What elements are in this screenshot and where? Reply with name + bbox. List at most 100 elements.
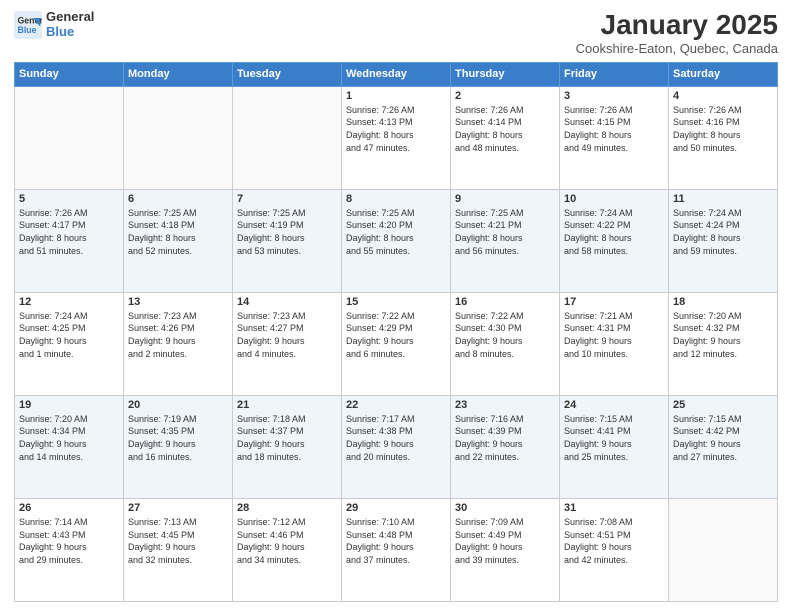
calendar-cell: 30Sunrise: 7:09 AM Sunset: 4:49 PM Dayli… bbox=[451, 498, 560, 601]
header-monday: Monday bbox=[124, 62, 233, 86]
day-number: 24 bbox=[564, 399, 664, 411]
day-info: Sunrise: 7:14 AM Sunset: 4:43 PM Dayligh… bbox=[19, 516, 119, 566]
day-number: 16 bbox=[455, 296, 555, 308]
calendar-table: Sunday Monday Tuesday Wednesday Thursday… bbox=[14, 62, 778, 602]
day-number: 29 bbox=[346, 502, 446, 514]
day-number: 23 bbox=[455, 399, 555, 411]
header-wednesday: Wednesday bbox=[342, 62, 451, 86]
day-number: 11 bbox=[673, 193, 773, 205]
day-number: 21 bbox=[237, 399, 337, 411]
day-info: Sunrise: 7:25 AM Sunset: 4:19 PM Dayligh… bbox=[237, 207, 337, 257]
location-subtitle: Cookshire-Eaton, Quebec, Canada bbox=[576, 41, 778, 56]
header-tuesday: Tuesday bbox=[233, 62, 342, 86]
calendar-cell: 31Sunrise: 7:08 AM Sunset: 4:51 PM Dayli… bbox=[560, 498, 669, 601]
logo-icon: General Blue bbox=[14, 11, 42, 39]
calendar-cell: 8 Sunrise: 7:25 AM Sunset: 4:20 PM Daylig… bbox=[342, 189, 451, 292]
calendar-cell bbox=[233, 86, 342, 189]
day-info: Sunrise: 7:25 AM Sunset: 4:21 PM Dayligh… bbox=[455, 207, 555, 257]
calendar-cell: 4 Sunrise: 7:26 AM Sunset: 4:16 PM Daylig… bbox=[669, 86, 778, 189]
day-info: Sunrise: 7:24 AM Sunset: 4:25 PM Dayligh… bbox=[19, 310, 119, 360]
calendar-cell: 13 Sunrise: 7:23 AM Sunset: 4:26 PM Dayli… bbox=[124, 292, 233, 395]
calendar-cell: 16 Sunrise: 7:22 AM Sunset: 4:30 PM Dayli… bbox=[451, 292, 560, 395]
day-info: Sunrise: 7:20 AM Sunset: 4:34 PM Dayligh… bbox=[19, 413, 119, 463]
day-number: 4 bbox=[673, 90, 773, 102]
day-info: Sunrise: 7:26 AM Sunset: 4:15 PM Dayligh… bbox=[564, 104, 664, 154]
day-number: 13 bbox=[128, 296, 228, 308]
calendar-cell: 2Sunrise: 7:26 AM Sunset: 4:14 PM Daylig… bbox=[451, 86, 560, 189]
header-friday: Friday bbox=[560, 62, 669, 86]
day-number: 18 bbox=[673, 296, 773, 308]
day-number: 27 bbox=[128, 502, 228, 514]
calendar-week-row: 1Sunrise: 7:26 AM Sunset: 4:13 PM Daylig… bbox=[15, 86, 778, 189]
calendar-cell: 11Sunrise: 7:24 AM Sunset: 4:24 PM Dayli… bbox=[669, 189, 778, 292]
day-number: 8 bbox=[346, 193, 446, 205]
calendar-cell: 18Sunrise: 7:20 AM Sunset: 4:32 PM Dayli… bbox=[669, 292, 778, 395]
day-info: Sunrise: 7:10 AM Sunset: 4:48 PM Dayligh… bbox=[346, 516, 446, 566]
day-number: 9 bbox=[455, 193, 555, 205]
day-info: Sunrise: 7:08 AM Sunset: 4:51 PM Dayligh… bbox=[564, 516, 664, 566]
day-number: 5 bbox=[19, 193, 119, 205]
calendar-cell: 28Sunrise: 7:12 AM Sunset: 4:46 PM Dayli… bbox=[233, 498, 342, 601]
day-info: Sunrise: 7:23 AM Sunset: 4:26 PM Dayligh… bbox=[128, 310, 228, 360]
day-info: Sunrise: 7:25 AM Sunset: 4:18 PM Dayligh… bbox=[128, 207, 228, 257]
day-info: Sunrise: 7:15 AM Sunset: 4:42 PM Dayligh… bbox=[673, 413, 773, 463]
day-number: 10 bbox=[564, 193, 664, 205]
calendar-week-row: 19 Sunrise: 7:20 AM Sunset: 4:34 PM Dayli… bbox=[15, 395, 778, 498]
day-info: Sunrise: 7:16 AM Sunset: 4:39 PM Dayligh… bbox=[455, 413, 555, 463]
day-info: Sunrise: 7:26 AM Sunset: 4:16 PM Dayligh… bbox=[673, 104, 773, 154]
day-number: 20 bbox=[128, 399, 228, 411]
calendar-cell bbox=[124, 86, 233, 189]
page: General Blue General Blue January 2025 C… bbox=[0, 0, 792, 612]
calendar-cell: 1Sunrise: 7:26 AM Sunset: 4:13 PM Daylig… bbox=[342, 86, 451, 189]
day-info: Sunrise: 7:09 AM Sunset: 4:49 PM Dayligh… bbox=[455, 516, 555, 566]
calendar-cell: 3 Sunrise: 7:26 AM Sunset: 4:15 PM Daylig… bbox=[560, 86, 669, 189]
month-title: January 2025 bbox=[576, 10, 778, 41]
calendar-cell: 6Sunrise: 7:25 AM Sunset: 4:18 PM Daylig… bbox=[124, 189, 233, 292]
calendar-cell: 20 Sunrise: 7:19 AM Sunset: 4:35 PM Dayli… bbox=[124, 395, 233, 498]
day-info: Sunrise: 7:22 AM Sunset: 4:30 PM Dayligh… bbox=[455, 310, 555, 360]
day-number: 19 bbox=[19, 399, 119, 411]
day-number: 26 bbox=[19, 502, 119, 514]
calendar-cell: 10 Sunrise: 7:24 AM Sunset: 4:22 PM Dayli… bbox=[560, 189, 669, 292]
day-info: Sunrise: 7:13 AM Sunset: 4:45 PM Dayligh… bbox=[128, 516, 228, 566]
day-info: Sunrise: 7:19 AM Sunset: 4:35 PM Dayligh… bbox=[128, 413, 228, 463]
day-info: Sunrise: 7:26 AM Sunset: 4:17 PM Dayligh… bbox=[19, 207, 119, 257]
calendar-cell: 5 Sunrise: 7:26 AM Sunset: 4:17 PM Daylig… bbox=[15, 189, 124, 292]
day-number: 25 bbox=[673, 399, 773, 411]
calendar-cell: 22 Sunrise: 7:17 AM Sunset: 4:38 PM Dayli… bbox=[342, 395, 451, 498]
day-info: Sunrise: 7:17 AM Sunset: 4:38 PM Dayligh… bbox=[346, 413, 446, 463]
day-number: 1 bbox=[346, 90, 446, 102]
calendar-cell: 26 Sunrise: 7:14 AM Sunset: 4:43 PM Dayli… bbox=[15, 498, 124, 601]
calendar-cell: 14Sunrise: 7:23 AM Sunset: 4:27 PM Dayli… bbox=[233, 292, 342, 395]
day-number: 3 bbox=[564, 90, 664, 102]
weekday-header-row: Sunday Monday Tuesday Wednesday Thursday… bbox=[15, 62, 778, 86]
day-number: 14 bbox=[237, 296, 337, 308]
calendar-cell: 17Sunrise: 7:21 AM Sunset: 4:31 PM Dayli… bbox=[560, 292, 669, 395]
day-info: Sunrise: 7:25 AM Sunset: 4:20 PM Dayligh… bbox=[346, 207, 446, 257]
day-number: 12 bbox=[19, 296, 119, 308]
day-info: Sunrise: 7:21 AM Sunset: 4:31 PM Dayligh… bbox=[564, 310, 664, 360]
day-info: Sunrise: 7:18 AM Sunset: 4:37 PM Dayligh… bbox=[237, 413, 337, 463]
logo: General Blue General Blue bbox=[14, 10, 94, 40]
day-number: 28 bbox=[237, 502, 337, 514]
calendar-cell: 12 Sunrise: 7:24 AM Sunset: 4:25 PM Dayli… bbox=[15, 292, 124, 395]
calendar-cell bbox=[669, 498, 778, 601]
day-info: Sunrise: 7:24 AM Sunset: 4:22 PM Dayligh… bbox=[564, 207, 664, 257]
header-sunday: Sunday bbox=[15, 62, 124, 86]
day-info: Sunrise: 7:15 AM Sunset: 4:41 PM Dayligh… bbox=[564, 413, 664, 463]
day-number: 7 bbox=[237, 193, 337, 205]
calendar-cell: 27 Sunrise: 7:13 AM Sunset: 4:45 PM Dayli… bbox=[124, 498, 233, 601]
svg-text:Blue: Blue bbox=[18, 25, 37, 35]
logo-general: General bbox=[46, 10, 94, 25]
calendar-cell: 24 Sunrise: 7:15 AM Sunset: 4:41 PM Dayli… bbox=[560, 395, 669, 498]
calendar-cell bbox=[15, 86, 124, 189]
day-number: 22 bbox=[346, 399, 446, 411]
calendar-week-row: 26 Sunrise: 7:14 AM Sunset: 4:43 PM Dayli… bbox=[15, 498, 778, 601]
calendar-cell: 23 Sunrise: 7:16 AM Sunset: 4:39 PM Dayli… bbox=[451, 395, 560, 498]
title-block: January 2025 Cookshire-Eaton, Quebec, Ca… bbox=[576, 10, 778, 56]
day-number: 15 bbox=[346, 296, 446, 308]
day-info: Sunrise: 7:22 AM Sunset: 4:29 PM Dayligh… bbox=[346, 310, 446, 360]
calendar-week-row: 5 Sunrise: 7:26 AM Sunset: 4:17 PM Daylig… bbox=[15, 189, 778, 292]
calendar-cell: 29 Sunrise: 7:10 AM Sunset: 4:48 PM Dayli… bbox=[342, 498, 451, 601]
day-number: 2 bbox=[455, 90, 555, 102]
